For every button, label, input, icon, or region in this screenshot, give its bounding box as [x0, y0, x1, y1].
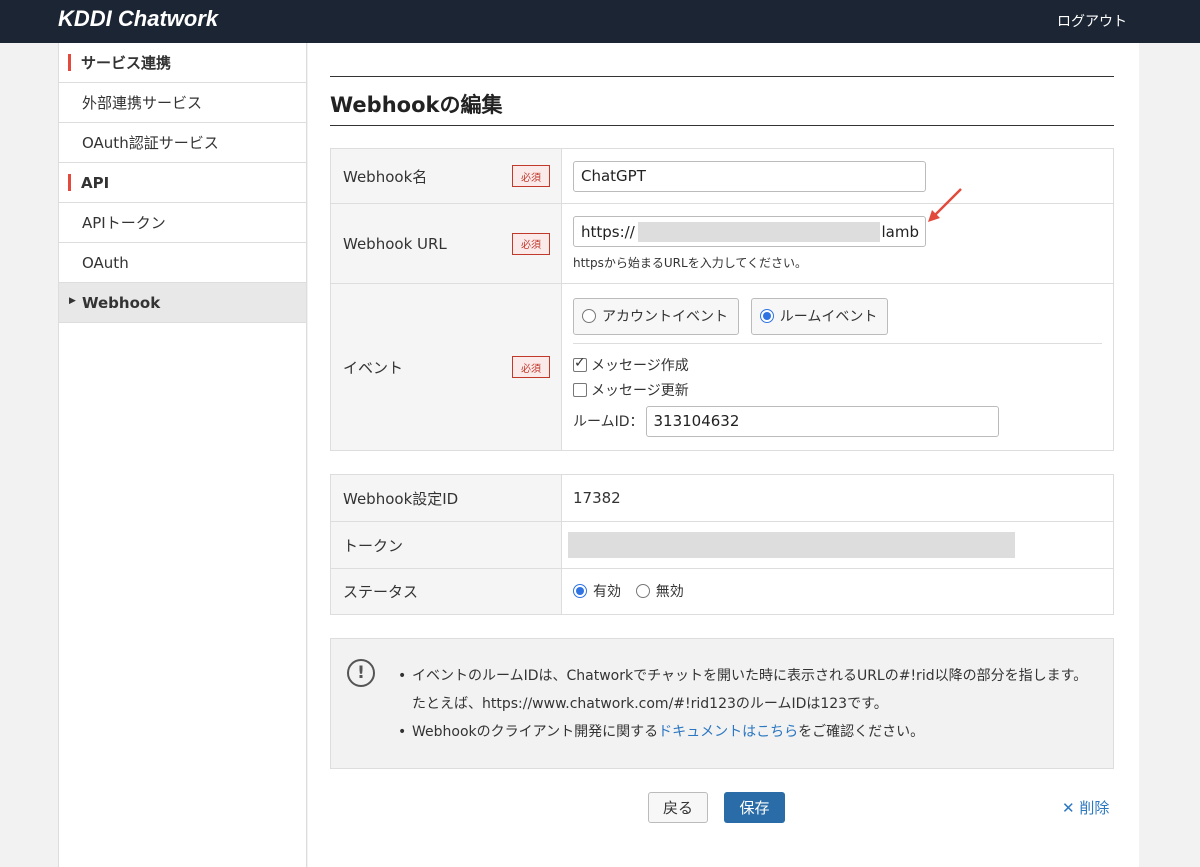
webhook-name-value: ChatGPT — [581, 167, 646, 185]
webhook-url-input[interactable]: https:// lamb — [573, 216, 926, 247]
webhook-info-table: Webhook設定ID 17382 トークン ステータス 有効 無効 — [330, 474, 1114, 615]
url-hint: httpsから始まるURLを入力してください。 — [573, 256, 807, 270]
sidebar-item-external-services[interactable]: 外部連携サービス — [59, 83, 306, 123]
note-item: Webhookのクライアント開発に関するドキュメントはこちらをご確認ください。 — [398, 718, 1098, 746]
room-id-row: ルームID： 313104632 — [573, 405, 1102, 437]
room-id-value: 313104632 — [653, 412, 740, 430]
note-text: をご確認ください。 — [798, 724, 925, 740]
event-label: イベント — [343, 358, 404, 377]
required-badge: 必須 — [512, 165, 550, 187]
info-label-cell: ステータス — [330, 568, 562, 615]
form-row-name: Webhook名 必須 ChatGPT — [330, 148, 1114, 204]
required-badge: 必須 — [512, 232, 550, 255]
message-update-label: メッセージ更新 — [591, 382, 689, 399]
info-label-cell: Webhook設定ID — [330, 474, 562, 522]
form-row-event: イベント 必須 アカウントイベント ルームイベント メッセージ作成 — [330, 283, 1114, 451]
form-label-cell: イベント 必須 — [330, 283, 562, 451]
form-value-cell: アカウントイベント ルームイベント メッセージ作成 メッセージ更新 ルー — [561, 283, 1114, 451]
sidebar-item-webhook[interactable]: ▶ Webhook — [59, 283, 306, 323]
message-update-checkbox[interactable]: メッセージ更新 — [573, 380, 1102, 400]
page-title: Webhookの編集 — [330, 93, 503, 117]
note-item: イベントのルームIDは、Chatworkでチャットを開いた時に表示されるURLの… — [398, 662, 1098, 718]
room-event-radio[interactable]: ルームイベント — [750, 297, 889, 335]
save-button[interactable]: 保存 — [724, 792, 785, 823]
info-value-cell — [561, 521, 1114, 569]
info-label-cell: トークン — [330, 521, 562, 569]
sidebar-item-api-token[interactable]: APIトークン — [59, 203, 306, 243]
sidebar-item-label: OAuth — [82, 253, 129, 272]
webhook-name-input[interactable]: ChatGPT — [573, 160, 926, 192]
documentation-link[interactable]: ドキュメントはこちら — [658, 724, 798, 740]
sidebar-heading-label: API — [81, 173, 110, 192]
checkbox-unchecked-icon — [573, 382, 587, 397]
token-label: トークン — [343, 536, 404, 555]
room-id-label: ルームID： — [573, 414, 644, 430]
sidebar-item-label: 外部連携サービス — [82, 94, 203, 112]
sidebar: サービス連携 外部連携サービス OAuth認証サービス API APIトークン … — [58, 43, 307, 867]
webhook-url-label: Webhook URL — [343, 234, 447, 253]
event-type-group: アカウントイベント ルームイベント — [573, 297, 1102, 344]
sidebar-item-oauth-services[interactable]: OAuth認証サービス — [59, 123, 306, 163]
note-text: Webhookのクライアント開発に関する — [412, 724, 659, 740]
room-id-input[interactable]: 313104632 — [645, 405, 999, 437]
red-arrow-icon — [928, 188, 962, 222]
sidebar-heading-api: API — [59, 163, 306, 203]
radio-on-icon — [573, 584, 587, 598]
sidebar-heading-label: サービス連携 — [81, 54, 172, 72]
sidebar-item-label: APIトークン — [82, 214, 166, 232]
page-title-bar: Webhookの編集 — [330, 76, 1114, 126]
sidebar-item-oauth[interactable]: OAuth — [59, 243, 306, 283]
info-value-cell: 17382 — [561, 474, 1114, 522]
status-active-label: 有効 — [593, 584, 621, 600]
redacted-url-block — [637, 221, 880, 242]
form-row-url: Webhook URL 必須 https:// lamb httpsから始まるU… — [330, 188, 1114, 284]
radio-off-icon — [635, 584, 650, 598]
info-row-status: ステータス 有効 無効 — [330, 568, 1114, 615]
message-create-checkbox[interactable]: メッセージ作成 — [573, 355, 1102, 375]
note-list: イベントのルームIDは、Chatworkでチャットを開いた時に表示されるURLの… — [398, 662, 1098, 746]
status-active-radio[interactable]: 有効 — [573, 581, 621, 601]
form-value-cell: https:// lamb httpsから始まるURLを入力してください。 — [561, 188, 1114, 284]
sidebar-item-label: OAuth認証サービス — [82, 134, 219, 152]
account-event-radio[interactable]: アカウントイベント — [573, 297, 739, 335]
close-icon: ✕ — [1062, 799, 1075, 817]
delete-link[interactable]: ✕ 削除 — [1062, 797, 1109, 818]
webhook-edit-form: Webhook名 必須 ChatGPT Webhook URL 必須 https… — [330, 148, 1114, 451]
room-event-label: ルームイベント — [779, 309, 878, 325]
webhook-name-label: Webhook名 — [343, 167, 428, 186]
delete-label: 削除 — [1079, 799, 1110, 817]
webhook-id-label: Webhook設定ID — [343, 489, 459, 508]
sidebar-item-label: Webhook — [82, 293, 161, 312]
exclamation-icon: ! — [347, 659, 375, 687]
top-header: KDDI Chatwork ログアウト — [0, 0, 1200, 43]
status-inactive-radio[interactable]: 無効 — [635, 581, 684, 601]
form-value-cell: ChatGPT — [561, 148, 1114, 204]
message-create-label: メッセージ作成 — [591, 357, 689, 374]
info-row-id: Webhook設定ID 17382 — [330, 474, 1114, 522]
radio-on-icon — [759, 309, 774, 323]
sidebar-heading-service: サービス連携 — [59, 43, 306, 83]
main-content: Webhookの編集 Webhook名 必須 ChatGPT Webhook U… — [308, 43, 1139, 867]
required-badge: 必須 — [512, 356, 550, 378]
radio-off-icon — [582, 309, 596, 323]
info-row-token: トークン — [330, 521, 1114, 569]
back-button[interactable]: 戻る — [648, 792, 708, 823]
account-event-label: アカウントイベント — [602, 309, 728, 325]
webhook-id-value: 17382 — [573, 489, 621, 507]
form-label-cell: Webhook名 必須 — [330, 148, 562, 204]
status-label: ステータス — [343, 583, 419, 601]
caret-right-icon: ▶ — [69, 296, 76, 306]
logout-link[interactable]: ログアウト — [1057, 11, 1127, 31]
url-prefix: https:// — [581, 222, 635, 241]
form-label-cell: Webhook URL 必須 — [330, 203, 562, 284]
info-value-cell: 有効 無効 — [561, 568, 1114, 615]
chatwork-logo[interactable]: KDDI Chatwork — [58, 6, 218, 32]
info-note-box: ! イベントのルームIDは、Chatworkでチャットを開いた時に表示されるUR… — [330, 638, 1114, 769]
url-suffix: lamb — [881, 222, 920, 241]
status-inactive-label: 無効 — [655, 584, 684, 600]
url-field-wrap: https:// lamb — [573, 188, 962, 247]
redacted-token-block — [568, 532, 1015, 558]
checkbox-checked-icon — [573, 355, 587, 372]
